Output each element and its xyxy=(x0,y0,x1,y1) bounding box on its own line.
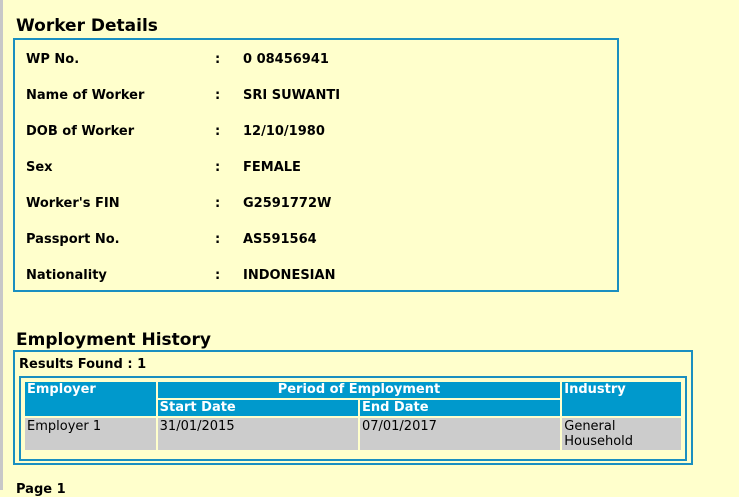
detail-value: FEMALE xyxy=(243,160,301,175)
detail-value: 0 08456941 xyxy=(243,52,329,67)
detail-value: SRI SUWANTI xyxy=(243,88,341,103)
header-industry: Industry xyxy=(562,382,681,416)
detail-label: WP No. xyxy=(26,52,80,67)
table-header-row: Employer Period of Employment Industry xyxy=(25,382,681,416)
detail-colon: : xyxy=(215,160,221,175)
detail-colon: : xyxy=(215,232,221,247)
detail-label: Name of Worker xyxy=(26,88,145,103)
left-scroll-rule xyxy=(0,0,3,490)
header-start-date: Start Date xyxy=(157,400,358,416)
detail-row-wp-no: WP No. : 0 08456941 xyxy=(15,50,617,70)
detail-value: G2591772W xyxy=(243,196,332,211)
cell-start-date: 31/01/2015 xyxy=(157,418,358,450)
detail-label: Worker's FIN xyxy=(26,196,120,211)
detail-colon: : xyxy=(215,124,221,139)
detail-value: AS591564 xyxy=(243,232,317,247)
detail-label: DOB of Worker xyxy=(26,124,135,139)
detail-colon: : xyxy=(215,88,221,103)
header-period: Period of Employment xyxy=(157,382,561,398)
detail-colon: : xyxy=(215,52,221,67)
detail-row-passport: Passport No. : AS591564 xyxy=(15,230,617,250)
detail-row-dob: DOB of Worker : 12/10/1980 xyxy=(15,122,617,142)
detail-label: Nationality xyxy=(26,268,107,283)
table-row: Employer 1 31/01/2015 07/01/2017 General… xyxy=(25,418,681,450)
worker-details-box: WP No. : 0 08456941 Name of Worker : SRI… xyxy=(13,38,619,292)
cell-industry: General Household xyxy=(562,418,681,450)
detail-row-nationality: Nationality : INDONESIAN xyxy=(15,266,617,286)
employment-table-frame: Employer Period of Employment Industry S… xyxy=(19,376,687,461)
detail-value: INDONESIAN xyxy=(243,268,336,283)
header-employer: Employer xyxy=(25,382,156,416)
employment-table: Employer Period of Employment Industry S… xyxy=(23,380,683,452)
cell-end-date: 07/01/2017 xyxy=(359,418,561,450)
detail-row-sex: Sex : FEMALE xyxy=(15,158,617,178)
employment-history-box: Results Found : 1 Employer Period of Emp… xyxy=(13,350,693,465)
detail-label: Passport No. xyxy=(26,232,120,247)
header-end-date: End Date xyxy=(359,400,561,416)
cell-employer: Employer 1 xyxy=(25,418,156,450)
detail-row-fin: Worker's FIN : G2591772W xyxy=(15,194,617,214)
detail-colon: : xyxy=(215,196,221,211)
detail-colon: : xyxy=(215,268,221,283)
worker-details-title: Worker Details xyxy=(16,16,158,36)
detail-row-name: Name of Worker : SRI SUWANTI xyxy=(15,86,617,106)
detail-value: 12/10/1980 xyxy=(243,124,325,139)
employment-history-title: Employment History xyxy=(16,330,211,350)
results-found-label: Results Found : 1 xyxy=(19,357,147,372)
detail-label: Sex xyxy=(26,160,53,175)
